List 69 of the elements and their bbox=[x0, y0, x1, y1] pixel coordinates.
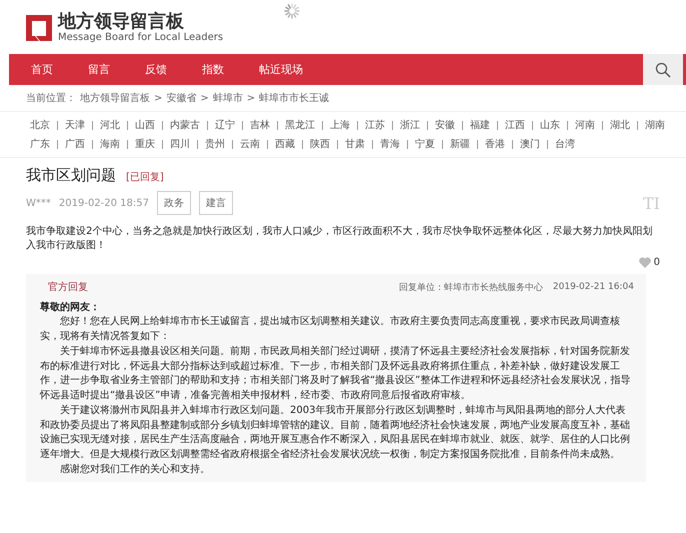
breadcrumb-separator: > bbox=[246, 92, 256, 104]
tag-button[interactable]: 建言 bbox=[199, 191, 234, 215]
breadcrumb-link[interactable]: 蚌埠市 bbox=[212, 91, 243, 105]
post-title: 我市区划问题 bbox=[26, 166, 116, 185]
region-link[interactable]: 澳门 bbox=[520, 137, 540, 151]
post-body: 我市争取建设2个中心，当务之急就是加快行政区划，我市人口减少，市区行政面积不大，我市尽快争取怀远整体化区，尽最大努力加快凤阳划入我市行政版图！ bbox=[26, 225, 654, 253]
post-author: W*** bbox=[26, 198, 51, 208]
reply-paragraph: 您好！您在人民网上给蚌埠市市长王诚留言，提出城市区划调整相关建议。市政府主要负责同志高度重视，要求市民政局调查核实，现将有关情况答复如下： bbox=[40, 315, 621, 344]
nav-link[interactable]: 首页 bbox=[31, 62, 88, 77]
breadcrumb-link[interactable]: 安徽省 bbox=[166, 91, 196, 105]
region-link[interactable]: 甘肃 bbox=[345, 137, 365, 151]
tag-button[interactable]: 政务 bbox=[157, 191, 192, 215]
region-link[interactable]: 福建 bbox=[470, 118, 490, 132]
logo-icon bbox=[26, 15, 52, 41]
like-count: 0 bbox=[654, 257, 660, 268]
search-icon bbox=[655, 62, 671, 78]
logo-title: 地方领导留言板 bbox=[58, 12, 185, 32]
nav-link[interactable]: 帖近现场 bbox=[259, 62, 316, 77]
reply-greeting: 尊敬的网友： bbox=[40, 300, 101, 314]
region-link[interactable]: 北京 bbox=[30, 118, 50, 132]
region-link[interactable]: 云南 bbox=[240, 137, 260, 151]
region-link[interactable]: 江西 bbox=[505, 118, 525, 132]
reply-status: [已回复] bbox=[126, 171, 164, 184]
reply-paragraph: 关于建议将滁州市凤阳县并入蚌埠市行政区划问题。2003年我市开展部分行政区划调整时，蚌埠市与凤阳县两地的部分人大代表和政协委员提出了将凤阳县整建制或部分乡镇划归蚌埠管辖的建议。目前，随着两地经济社会快速发展，两地产业发展高度互补，基础设施已实现无缝对接，居民生产生活高度融合，两地开展互惠合作不断深入，凤阳县居民在蚌埠市就业、就医、就学、居住的人口比例逐年增大。但是大规模行政区划调整需经省政府根据全省经济社会发展状况统一权衡，制定方案报国务院批准，目前条件尚未成熟。 bbox=[40, 404, 631, 462]
region-link[interactable]: 香港 bbox=[485, 137, 505, 151]
region-link[interactable]: 河北 bbox=[100, 118, 120, 132]
reply-paragraph: 感谢您对我们工作的关心和支持。 bbox=[59, 463, 211, 477]
region-link[interactable]: 海南 bbox=[100, 137, 120, 151]
region-link[interactable]: 河南 bbox=[575, 118, 595, 132]
region-link[interactable]: 天津 bbox=[65, 118, 85, 132]
region-link[interactable]: 吉林 bbox=[250, 118, 270, 132]
breadcrumb-label: 当前位置： bbox=[26, 92, 76, 105]
reply-label: 官方回复 bbox=[47, 280, 88, 294]
reply-time: 2019-02-21 16:04 bbox=[552, 282, 634, 292]
region-link[interactable]: 湖南 bbox=[645, 118, 665, 132]
region-link[interactable]: 台湾 bbox=[555, 137, 575, 151]
breadcrumb-link[interactable]: 蚌埠市市长王诚 bbox=[259, 91, 330, 105]
region-link[interactable]: 陕西 bbox=[310, 137, 330, 151]
region-link[interactable]: 贵州 bbox=[205, 137, 225, 151]
post-time: 2019-02-20 18:57 bbox=[58, 198, 150, 208]
region-link[interactable]: 安徽 bbox=[435, 118, 455, 132]
region-link[interactable]: 山西 bbox=[135, 118, 155, 132]
logo-subtitle: Message Board for Local Leaders bbox=[58, 32, 224, 44]
region-link[interactable]: 浙江 bbox=[400, 118, 420, 132]
reply-unit: 回复单位：蚌埠市市长热线服务中心 bbox=[398, 282, 543, 294]
region-link[interactable]: 青海 bbox=[380, 137, 400, 151]
region-link[interactable]: 四川 bbox=[170, 137, 190, 151]
region-link[interactable]: 山东 bbox=[540, 118, 560, 132]
nav-link[interactable]: 指数 bbox=[202, 62, 259, 77]
nav-link[interactable]: 留言 bbox=[88, 62, 145, 77]
region-link[interactable]: 内蒙古 bbox=[170, 118, 200, 132]
region-link[interactable]: 西藏 bbox=[275, 137, 295, 151]
reply-paragraph: 关于蚌埠市怀远县撤县设区相关问题。前期，市民政局相关部门经过调研，摸清了怀远县主要经济社会发展指标，针对国务院新发布的标准进行对比，怀远县大部分指标达到或超过标准。下一步，市相关部门及怀远县政府将抓住重点，补差补缺，做好建设发展工作，进一步争取省业务主管部门的帮助和支持；市相关部门将及时了解我省“撤县设区”整体工作进程和怀远县经济社会发展状况，指导怀远县适时提出“撤县设区”申请，准备完善相关申报材料，经市委、市政府同意后报省政府审核。 bbox=[40, 345, 632, 402]
search-button[interactable] bbox=[643, 54, 686, 85]
region-link[interactable]: 广西 bbox=[65, 137, 85, 151]
region-link[interactable]: 广东 bbox=[30, 137, 50, 151]
breadcrumb-link[interactable]: 地方领导留言板 bbox=[80, 91, 150, 105]
region-link[interactable]: 宁夏 bbox=[415, 137, 435, 151]
nav-link[interactable]: 反馈 bbox=[145, 62, 202, 77]
breadcrumb-separator: > bbox=[154, 92, 162, 104]
region-link[interactable]: 辽宁 bbox=[215, 118, 235, 132]
region-link[interactable]: 新疆 bbox=[450, 137, 470, 151]
region-link[interactable]: 重庆 bbox=[135, 137, 155, 151]
loading-spinner-icon bbox=[283, 2, 301, 20]
region-link[interactable]: 上海 bbox=[330, 118, 350, 132]
region-link[interactable]: 黑龙江 bbox=[285, 118, 315, 132]
breadcrumb-separator: > bbox=[200, 92, 209, 104]
region-link[interactable]: 江苏 bbox=[365, 118, 385, 132]
region-link[interactable]: 湖北 bbox=[610, 118, 630, 132]
